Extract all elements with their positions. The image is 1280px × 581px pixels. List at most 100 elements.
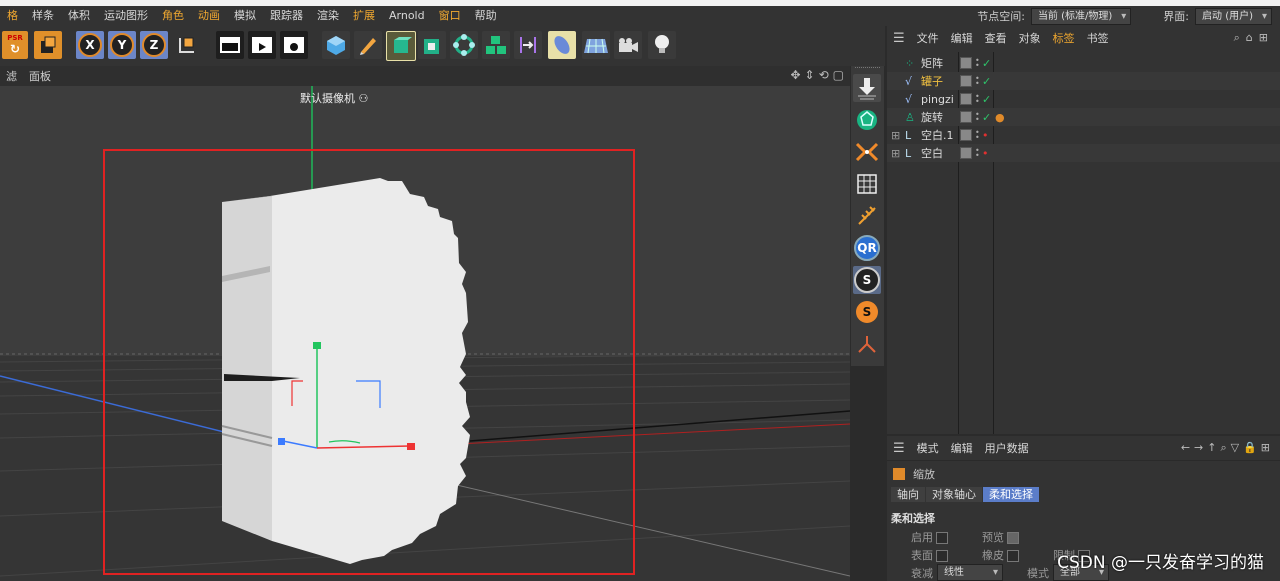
render-settings-button[interactable]: [280, 31, 308, 59]
visibility-toggle[interactable]: [960, 93, 972, 105]
joint-button[interactable]: [853, 330, 881, 358]
preview-checkbox[interactable]: [1007, 532, 1019, 544]
menu-item-9[interactable]: 扩展: [346, 6, 382, 26]
object-row[interactable]: ⊞ L 空白.1 • • •: [887, 126, 1280, 144]
enabled-check-icon[interactable]: ✓: [982, 111, 991, 124]
dots-icon[interactable]: • •: [975, 129, 980, 142]
menu-item-6[interactable]: 模拟: [227, 6, 263, 26]
environment-button[interactable]: [548, 31, 576, 59]
tab-edit[interactable]: 编辑: [945, 440, 979, 456]
subtab-soft-selection[interactable]: 柔和选择: [983, 487, 1039, 502]
rubber-checkbox[interactable]: [1007, 550, 1019, 562]
coordinate-system-button[interactable]: [34, 31, 62, 59]
s-orange-button[interactable]: S: [853, 298, 881, 326]
render-to-viewer-button[interactable]: [248, 31, 276, 59]
tab-mode[interactable]: 模式: [911, 440, 945, 456]
menu-item-10[interactable]: Arnold: [382, 6, 432, 26]
menu-item-8[interactable]: 渲染: [310, 6, 346, 26]
tab-bookmarks[interactable]: 书签: [1081, 30, 1115, 46]
tab-object[interactable]: 对象: [1013, 30, 1047, 46]
enabled-check-icon[interactable]: ✓: [982, 57, 991, 70]
light-button[interactable]: [648, 31, 676, 59]
tag-material-icon[interactable]: ●: [995, 111, 1005, 124]
snap-button[interactable]: [853, 202, 881, 230]
viewport-menu-panel[interactable]: 面板: [23, 68, 57, 84]
dots-icon[interactable]: • •: [975, 57, 980, 70]
menu-item-7[interactable]: 跟踪器: [263, 6, 310, 26]
menu-item-12[interactable]: 帮助: [468, 6, 504, 26]
mograph-button[interactable]: [450, 31, 478, 59]
drop-to-floor-button[interactable]: [853, 74, 881, 102]
lock-y-button[interactable]: Y: [108, 31, 136, 59]
move-view-icon[interactable]: ✥: [790, 68, 800, 82]
visibility-toggle[interactable]: [960, 147, 972, 159]
menu-item-11[interactable]: 窗口: [432, 6, 468, 26]
subtab-axis[interactable]: 轴向: [891, 487, 925, 502]
pen-button[interactable]: [354, 31, 382, 59]
object-row[interactable]: ⁘ 矩阵 • • ✓: [887, 54, 1280, 72]
zoom-view-icon[interactable]: ⇕: [805, 68, 815, 82]
maximize-view-icon[interactable]: ▢: [833, 68, 844, 82]
tab-user-data[interactable]: 用户数据: [979, 440, 1035, 456]
enable-checkbox[interactable]: [936, 532, 948, 544]
falloff-dropdown[interactable]: 线性: [937, 564, 1003, 581]
camera-button[interactable]: [614, 31, 642, 59]
menu-item-0[interactable]: 格: [0, 6, 25, 26]
subdivision-button[interactable]: [386, 31, 416, 61]
visibility-toggle[interactable]: [960, 111, 972, 123]
tab-edit[interactable]: 编辑: [945, 30, 979, 46]
interface-dropdown[interactable]: 启动 (用户): [1195, 7, 1272, 25]
expand-icon[interactable]: ⊞: [891, 129, 900, 142]
object-row[interactable]: √ 罐子 • • ✓: [887, 72, 1280, 90]
visibility-toggle[interactable]: [960, 129, 972, 141]
symmetry-button[interactable]: [853, 138, 881, 166]
qr-button[interactable]: QR: [853, 234, 881, 262]
enabled-check-icon[interactable]: ✓: [982, 75, 991, 88]
cloner-button[interactable]: [482, 31, 510, 59]
tab-file[interactable]: 文件: [911, 30, 945, 46]
polygon-tool-button[interactable]: [853, 106, 881, 134]
s-plugin-button[interactable]: S: [853, 266, 881, 294]
hamburger-menu-icon[interactable]: ☰: [887, 441, 911, 456]
enabled-check-icon[interactable]: ✓: [982, 93, 991, 106]
object-row[interactable]: ⊞ L 空白 • • •: [887, 144, 1280, 162]
menu-item-5[interactable]: 动画: [191, 6, 227, 26]
viewport-menu-filter[interactable]: 滤: [0, 68, 23, 84]
visibility-toggle[interactable]: [960, 57, 972, 69]
visibility-toggle[interactable]: [960, 75, 972, 87]
3d-viewport[interactable]: 默认摄像机 ⚇: [0, 86, 850, 581]
lock-z-button[interactable]: Z: [140, 31, 168, 59]
menu-item-2[interactable]: 体积: [61, 6, 97, 26]
object-row[interactable]: √ pingzi • • ✓: [887, 90, 1280, 108]
grid-button[interactable]: [853, 170, 881, 198]
menu-item-4[interactable]: 角色: [155, 6, 191, 26]
dots-icon[interactable]: • •: [975, 93, 980, 106]
extrude-button[interactable]: [418, 31, 446, 59]
hamburger-menu-icon[interactable]: ☰: [887, 31, 911, 46]
floor-button[interactable]: [582, 31, 610, 59]
dots-icon[interactable]: • •: [975, 75, 980, 88]
dots-icon[interactable]: • •: [975, 111, 980, 124]
tab-tags[interactable]: 标签: [1047, 30, 1081, 46]
om-search-home-icons[interactable]: ⌕⌂⊞: [1234, 31, 1274, 45]
cube-button[interactable]: [322, 31, 350, 59]
rotate-view-icon[interactable]: ⟲: [819, 68, 829, 82]
subtab-object-axis[interactable]: 对象轴心: [926, 487, 982, 502]
render-view-button[interactable]: [216, 31, 244, 59]
menu-item-1[interactable]: 样条: [25, 6, 61, 26]
strip-grip[interactable]: [855, 67, 880, 71]
disabled-dot-icon[interactable]: •: [982, 147, 989, 160]
lock-x-button[interactable]: X: [76, 31, 104, 59]
surface-checkbox[interactable]: [936, 550, 948, 562]
dots-icon[interactable]: • •: [975, 147, 980, 160]
world-coords-button[interactable]: [172, 31, 200, 59]
disabled-dot-icon[interactable]: •: [982, 129, 989, 142]
object-row[interactable]: ♙ 旋转 • • ✓ ●: [887, 108, 1280, 126]
menu-item-3[interactable]: 运动图形: [97, 6, 155, 26]
node-space-dropdown[interactable]: 当前 (标准/物理): [1030, 7, 1132, 25]
deformer-button[interactable]: [514, 31, 542, 59]
expand-icon[interactable]: ⊞: [891, 147, 900, 160]
tab-view[interactable]: 查看: [979, 30, 1013, 46]
attr-nav-icons[interactable]: ←→↑⌕▽🔒⊞: [1181, 441, 1274, 455]
psr-reset-button[interactable]: PSR ↻: [2, 31, 28, 59]
